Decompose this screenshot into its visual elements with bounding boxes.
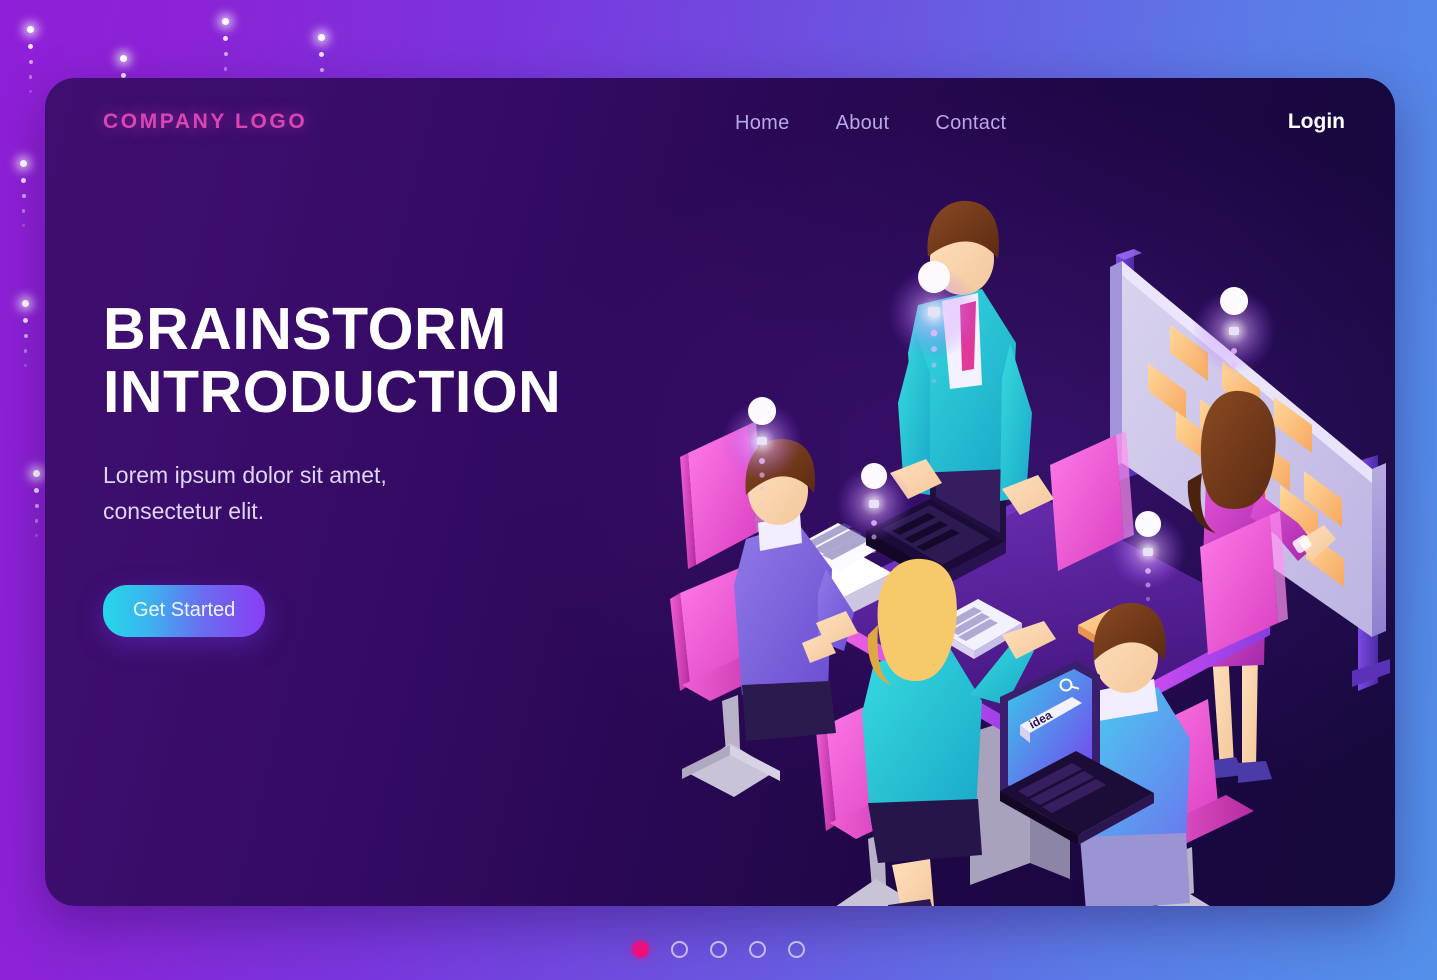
hero-content: BRAINSTORM INTRODUCTION Lorem ipsum dolo… bbox=[103, 298, 663, 637]
carousel-dot-4[interactable] bbox=[749, 941, 766, 958]
company-logo[interactable]: COMPANY LOGO bbox=[103, 110, 307, 134]
light-trail-decor bbox=[33, 470, 40, 537]
nav-item-about[interactable]: About bbox=[836, 112, 890, 135]
page-title-line-2: INTRODUCTION bbox=[103, 358, 562, 425]
carousel-dot-3[interactable] bbox=[710, 941, 727, 958]
light-trail-decor bbox=[27, 26, 34, 93]
nav-item-home[interactable]: Home bbox=[735, 112, 790, 135]
light-trail-decor bbox=[22, 300, 29, 367]
person-presenter bbox=[890, 200, 1054, 515]
hero-subtitle-line-1: Lorem ipsum dolor sit amet, bbox=[103, 462, 387, 489]
get-started-button[interactable]: Get Started bbox=[103, 584, 266, 637]
carousel-dot-1[interactable] bbox=[632, 941, 649, 958]
brainstorm-illustration: idea bbox=[630, 173, 1390, 906]
hero-subtitle-line-2: consectetur elit. bbox=[103, 498, 265, 525]
light-trail-decor bbox=[20, 160, 27, 227]
hero-card: COMPANY LOGO Home About Contact Login BR… bbox=[45, 78, 1395, 906]
light-trail-decor bbox=[222, 18, 229, 85]
page-title: BRAINSTORM INTRODUCTION bbox=[103, 298, 663, 423]
hero-subtitle: Lorem ipsum dolor sit amet, consectetur … bbox=[103, 457, 463, 530]
login-button[interactable]: Login bbox=[1288, 110, 1345, 134]
site-header: COMPANY LOGO Home About Contact Login bbox=[45, 78, 1395, 178]
main-nav: Home About Contact bbox=[735, 112, 1006, 135]
nav-item-contact[interactable]: Contact bbox=[935, 112, 1006, 135]
carousel-dot-2[interactable] bbox=[671, 941, 688, 958]
carousel-dot-5[interactable] bbox=[788, 941, 805, 958]
carousel-pagination bbox=[0, 941, 1437, 958]
page-title-line-1: BRAINSTORM bbox=[103, 296, 507, 362]
